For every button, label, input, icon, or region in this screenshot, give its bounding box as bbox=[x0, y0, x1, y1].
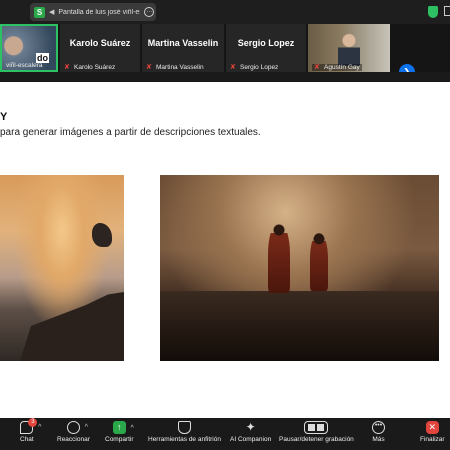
chat-badge: 3 bbox=[28, 418, 38, 427]
participant-name-label: Sergio Lopez bbox=[240, 64, 279, 71]
participant-name: Martina Vasselin bbox=[147, 38, 219, 48]
participant-name-label: Martina Vasselin bbox=[156, 64, 204, 71]
record-label: Pausar/detener grabación bbox=[279, 436, 354, 443]
ai-companion-label: AI Companion bbox=[230, 436, 272, 443]
chevron-up-icon[interactable]: ^ bbox=[130, 424, 133, 434]
chevron-up-icon[interactable]: ^ bbox=[38, 424, 41, 431]
end-label: Finalizar bbox=[420, 436, 445, 443]
share-options-icon[interactable]: … bbox=[144, 7, 155, 17]
more-dots-icon: ••• bbox=[372, 421, 385, 434]
participant-tile[interactable]: Martina Vasselin ✘ Martina Vasselin bbox=[142, 24, 224, 72]
slide-image-sunset-landscape bbox=[0, 175, 124, 361]
shield-icon bbox=[177, 421, 191, 434]
participant-strip: do viñl-escalera Karolo Suárez ✘ Karolo … bbox=[0, 24, 450, 80]
share-button[interactable]: ↑ ^ Compartir bbox=[105, 421, 134, 443]
participant-tile[interactable]: Sergio Lopez ✘ Sergio Lopez bbox=[226, 24, 306, 72]
participant-name: Sergio Lopez bbox=[237, 38, 295, 48]
participant-name: Karolo Suárez bbox=[69, 38, 131, 48]
participant-name-label: Karolo Suárez bbox=[74, 64, 116, 71]
share-app-icon: S bbox=[34, 6, 45, 18]
slide-title: Y bbox=[0, 111, 8, 123]
separator bbox=[0, 72, 450, 82]
top-bar: S ◀ Pantalla de luis josé viñl-esc … bbox=[0, 0, 450, 24]
image-rock-shape bbox=[20, 291, 124, 361]
image-monk-figure bbox=[310, 233, 328, 291]
participant-tile[interactable]: ✘ Agustín Gay bbox=[308, 24, 390, 72]
share-arrow-icon: ↑ ^ bbox=[112, 421, 134, 434]
slide-subtitle: para generar imágenes a partir de descri… bbox=[0, 127, 261, 138]
heart-icon: ^ bbox=[66, 421, 88, 434]
chat-label: Chat bbox=[20, 436, 34, 443]
pause-stop-icon bbox=[304, 421, 329, 434]
slide-image-monks bbox=[160, 175, 439, 361]
participant-name-label: Agustín Gay bbox=[324, 64, 360, 71]
chevron-up-icon[interactable]: ^ bbox=[85, 424, 88, 431]
participant-label: ✘ Karolo Suárez bbox=[64, 64, 115, 71]
image-ground-shape bbox=[160, 291, 439, 361]
more-label: Más bbox=[372, 436, 385, 443]
participant-label: viñl-escalera bbox=[6, 62, 43, 69]
participant-tile[interactable]: Karolo Suárez ✘ Karolo Suárez bbox=[60, 24, 140, 72]
participant-person bbox=[338, 32, 360, 66]
more-button[interactable]: ••• Más bbox=[372, 421, 385, 443]
react-button[interactable]: ^ Reaccionar bbox=[57, 421, 90, 443]
image-tree-shape bbox=[92, 223, 112, 247]
screen-share-indicator[interactable]: S ◀ Pantalla de luis josé viñl-esc … bbox=[30, 3, 156, 21]
close-icon: ✕ bbox=[425, 421, 439, 434]
security-shield-icon[interactable] bbox=[428, 6, 438, 18]
image-monk-figure bbox=[268, 223, 290, 293]
share-label-text: Compartir bbox=[105, 436, 134, 443]
shared-screen-content: Y para generar imágenes a partir de desc… bbox=[0, 82, 450, 418]
participant-name-label: viñl-escalera bbox=[6, 62, 43, 69]
zoom-meeting-window: S ◀ Pantalla de luis josé viñl-esc … do … bbox=[0, 0, 450, 450]
mic-muted-icon: ✘ bbox=[230, 64, 236, 71]
mic-muted-icon: ✘ bbox=[146, 64, 152, 71]
participant-label: ✘ Sergio Lopez bbox=[230, 64, 278, 71]
participant-label: ✘ Agustín Gay bbox=[312, 64, 362, 71]
mic-muted-icon: ✘ bbox=[64, 64, 70, 71]
sparkle-icon: ✦ bbox=[245, 420, 256, 434]
chat-button[interactable]: 3 ^ Chat bbox=[20, 418, 41, 443]
chat-icon: 3 ^ bbox=[20, 418, 41, 434]
share-label: Pantalla de luis josé viñl-esc bbox=[58, 8, 141, 16]
end-meeting-button[interactable]: ✕ Finalizar bbox=[420, 421, 445, 443]
react-label: Reaccionar bbox=[57, 436, 90, 443]
meeting-toolbar: 3 ^ Chat ^ Reaccionar ↑ ^ Compartir Herr… bbox=[0, 418, 450, 450]
participant-label: ✘ Martina Vasselin bbox=[146, 64, 204, 71]
host-tools-label: Herramientas de anfitrión bbox=[148, 436, 221, 443]
speaker-icon: ◀ bbox=[49, 9, 55, 16]
record-button[interactable]: Pausar/detener grabación bbox=[279, 421, 354, 443]
view-layout-icon[interactable] bbox=[444, 6, 450, 16]
host-tools-button[interactable]: Herramientas de anfitrión bbox=[148, 421, 221, 443]
ai-companion-button[interactable]: ✦ AI Companion bbox=[230, 421, 271, 443]
mic-muted-icon: ✘ bbox=[314, 64, 320, 71]
participant-tile-active[interactable]: do viñl-escalera bbox=[0, 24, 58, 72]
